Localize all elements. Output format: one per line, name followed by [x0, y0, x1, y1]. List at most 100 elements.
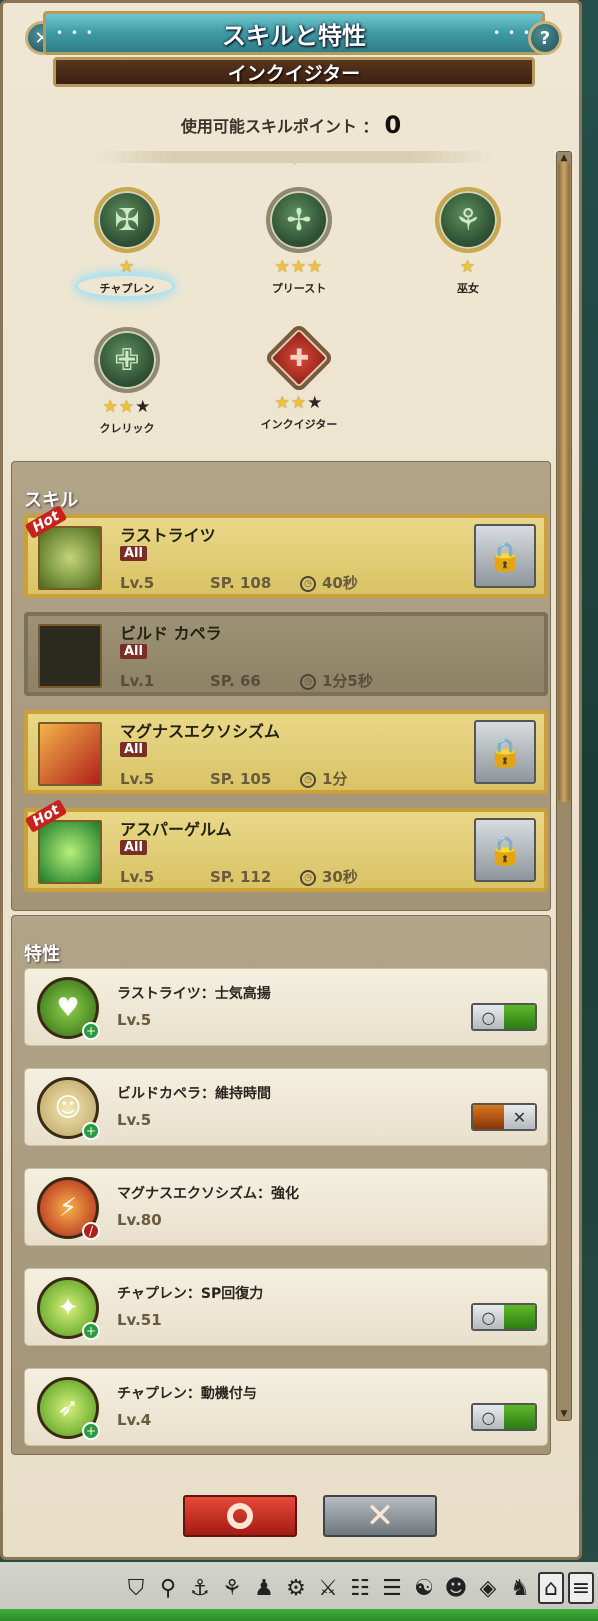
skill-time: 1分5秒 [322, 672, 373, 690]
skill-thumb-icon [38, 722, 102, 786]
trait-row[interactable]: ➶ + チャプレン：動機付与 Lv.4 ○ [24, 1368, 548, 1446]
trait-toggle[interactable]: ○ [471, 1003, 537, 1031]
card-icon[interactable]: ◈ [474, 1572, 502, 1604]
class-node-inquisitor[interactable]: ✚ ★★★ インクイジター [239, 322, 359, 432]
class-name: 巫女 [457, 282, 479, 295]
skills-section-title: スキル [24, 490, 78, 511]
group-icon[interactable]: ☻ [442, 1572, 470, 1604]
trait-level: Lv.4 [117, 1411, 152, 1429]
class-stars: ★★★ [274, 257, 324, 277]
trait-heart-icon: ♥ + [37, 977, 100, 1040]
trait-level: Lv.5 [117, 1011, 152, 1029]
magnifier-icon[interactable]: ⚘ [218, 1572, 246, 1604]
trait-level: Lv.80 [117, 1211, 162, 1229]
trait-level: Lv.5 [117, 1111, 152, 1129]
dock-icons: ⛉ ⚲ ⚓ ⚘ ♟ ⚙ ⚔ ☷ ☰ ☯ ☻ ◈ ♞ ⌂ ≡ [122, 1572, 594, 1604]
chaplain-emblem-icon: ✠ [94, 187, 160, 253]
lock-button[interactable]: 🔒 [474, 524, 536, 588]
skill-sp: SP. 105 [210, 770, 272, 788]
skill-name: ラストライツ [120, 526, 216, 545]
trait-row[interactable]: ⚡ / マグナスエクソシズム：強化 Lv.80 [24, 1168, 548, 1246]
class-stars: ★ [459, 257, 477, 277]
list-icon[interactable]: ≡ [568, 1572, 594, 1604]
padlock-icon: 🔒 [487, 539, 523, 573]
skill-row[interactable]: マグナスエクソシズム All Lv.5 SP. 105 ◷ 1分 🔒 [24, 710, 548, 794]
trait-row[interactable]: ♥ + ラストライツ：士気高揚 Lv.5 ○ [24, 968, 548, 1046]
class-node-shrine-maiden[interactable]: ⚘ ★ 巫女 [408, 187, 528, 296]
skill-row[interactable]: Hot アスパーゲルム All Lv.5 SP. 112 ◷ 30秒 🔒 [24, 799, 548, 892]
trait-row[interactable]: ✦ + チャプレン：SP回復力 Lv.51 ○ [24, 1268, 548, 1346]
scroll-down-icon[interactable]: ▼ [557, 1409, 571, 1419]
class-node-chaplain[interactable]: ✠ ★ チャプレン [67, 187, 187, 296]
scroll-icon[interactable]: ☰ [378, 1572, 406, 1604]
help-button[interactable]: ? [528, 21, 562, 55]
handshake-icon[interactable]: ☯ [410, 1572, 438, 1604]
class-node-priest[interactable]: ✢ ★★★ プリースト [239, 187, 359, 296]
trait-name: ラストライツ：士気高揚 [117, 986, 271, 1002]
gift-icon[interactable]: ⚙ [282, 1572, 310, 1604]
skill-meta: Lv.5 SP. 105 ◷ 1分 [120, 768, 347, 789]
crossed-swords-icon[interactable]: ⚔ [314, 1572, 342, 1604]
trait-name: ビルドカペラ：維持時間 [117, 1086, 271, 1102]
skill-time: 40秒 [322, 574, 358, 592]
skill-sp: SP. 66 [210, 672, 261, 690]
person-icon[interactable]: ♟ [250, 1572, 278, 1604]
plus-icon: + [82, 1322, 100, 1340]
ornament-dots: • • • [56, 26, 95, 40]
clock-icon: ◷ [300, 869, 316, 886]
skill-row[interactable]: Hot ラストライツ All Lv.5 SP. 108 ◷ 40秒 🔒 [24, 505, 548, 598]
skill-tag: All [120, 742, 147, 757]
class-stars: ★ [118, 257, 136, 277]
trait-figure-icon: ✦ + [37, 1277, 100, 1340]
window-title: スキルと特性 [222, 21, 366, 50]
class-node-cleric[interactable]: ✙ ★★★ クレリック [67, 327, 187, 436]
cancel-button[interactable]: ✕ [323, 1495, 437, 1537]
skill-row[interactable]: ビルド カペラ All Lv.1 SP. 66 ◷ 1分5秒 [24, 612, 548, 696]
skill-level: Lv.1 [120, 672, 155, 690]
book-icon[interactable]: ☷ [346, 1572, 374, 1604]
lock-button[interactable]: 🔒 [474, 818, 536, 882]
class-name: インクイジター [260, 418, 338, 431]
skill-sp: SP. 112 [210, 868, 272, 886]
trait-toggle[interactable]: ○ [471, 1403, 537, 1431]
class-subtitle: インクイジター [53, 57, 535, 87]
skill-level: Lv.5 [120, 770, 155, 788]
trait-row[interactable]: ☺ + ビルドカペラ：維持時間 Lv.5 ✕ [24, 1068, 548, 1146]
skill-thumb-icon [38, 820, 102, 884]
skill-name: ビルド カペラ [120, 624, 222, 643]
class-name: クレリック [99, 422, 155, 435]
skill-points-row: 使用可能スキルポイント ： 0 [3, 111, 579, 139]
sword-badge-icon: / [82, 1222, 100, 1240]
gate-icon[interactable]: ⌂ [538, 1572, 564, 1604]
clock-icon: ◷ [300, 771, 316, 788]
skill-name: アスパーゲルム [120, 820, 232, 839]
traits-panel: 特性 ♥ + ラストライツ：士気高揚 Lv.5 ○ ☺ + ビルドカペラ：維持時間 … [11, 915, 551, 1455]
cross-icon: ✕ [365, 1496, 395, 1536]
trait-toggle[interactable]: ○ [471, 1303, 537, 1331]
trait-exorcism-icon: ⚡ / [37, 1177, 100, 1240]
skill-points-value: 0 [384, 111, 402, 139]
scrollbar[interactable]: ▲ ▼ [556, 151, 572, 1421]
fish-icon[interactable]: ⚓ [186, 1572, 214, 1604]
title-bar: • • • スキルと特性 • • • [43, 11, 545, 55]
trait-name: チャプレン：動機付与 [117, 1386, 257, 1402]
skill-time: 1分 [322, 770, 348, 788]
trait-name: チャプレン：SP回復力 [117, 1286, 264, 1302]
clock-icon: ◷ [300, 673, 316, 690]
cleric-emblem-icon: ✙ [94, 327, 160, 393]
map-pin-icon[interactable]: ⚲ [154, 1572, 182, 1604]
class-stars: ★★★ [102, 397, 152, 417]
skill-points-label: 使用可能スキルポイント ： [180, 117, 379, 136]
divider-tip [279, 151, 311, 165]
scroll-thumb[interactable] [558, 162, 570, 802]
trait-level: Lv.51 [117, 1311, 162, 1329]
shield-icon[interactable]: ⛉ [122, 1572, 150, 1604]
skill-tag: All [120, 644, 147, 659]
trait-toggle[interactable]: ✕ [471, 1103, 537, 1131]
trait-angel-icon: ☺ + [37, 1077, 100, 1140]
skill-time: 30秒 [322, 868, 358, 886]
lock-button[interactable]: 🔒 [474, 720, 536, 784]
dog-icon[interactable]: ♞ [506, 1572, 534, 1604]
padlock-icon: 🔒 [487, 833, 523, 867]
confirm-button[interactable] [183, 1495, 297, 1537]
